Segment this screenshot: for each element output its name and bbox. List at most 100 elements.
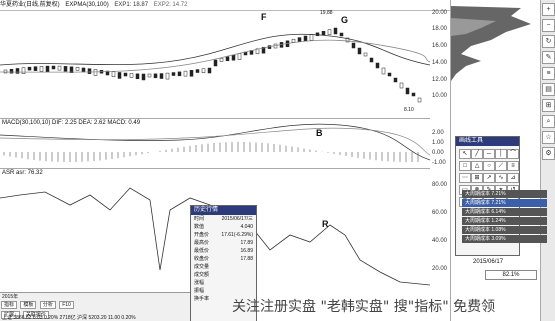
history-row: 开盘价 17.61(-6.29%) <box>191 231 256 239</box>
indicator-name: EXPMA(30,100) <box>65 2 109 8</box>
macd-tick: 0.00 <box>432 150 444 156</box>
price-tick: 10.00 <box>432 93 448 99</box>
menu-item[interactable]: 大周期成本 3.09% <box>462 235 547 243</box>
chip-distribution <box>451 6 531 81</box>
search-icon[interactable]: ⌕ <box>542 115 555 128</box>
drawing-tool-2[interactable]: ─ <box>483 149 495 159</box>
candle <box>9 68 14 74</box>
drawing-tool-11[interactable]: ⊞ <box>471 173 483 183</box>
history-row: 成交额 <box>191 271 256 279</box>
drawing-tool-7[interactable]: ○ <box>483 161 495 171</box>
candle <box>237 53 242 60</box>
history-value: 4.040 <box>240 224 253 230</box>
panel-divider-macd[interactable] <box>0 118 430 119</box>
candle <box>21 67 26 74</box>
candle <box>81 67 86 73</box>
tab-template[interactable]: 模板 <box>20 301 37 309</box>
candle <box>417 97 422 103</box>
annotation-b: B <box>316 128 323 138</box>
candle <box>153 73 158 79</box>
menu-item[interactable]: 大周期成本 7.21% <box>462 190 547 198</box>
drawing-tool-13[interactable]: ∿ <box>495 173 507 183</box>
pen-icon[interactable]: ✎ <box>542 51 555 64</box>
tab-indicator[interactable]: 指标 <box>1 301 18 309</box>
stock-name: 华夏药业(日线,前复权) <box>0 2 60 8</box>
candle <box>93 69 98 76</box>
menu-item[interactable]: 大周期成本 1.24% <box>462 217 547 225</box>
drawing-tool-4[interactable]: ⌒ <box>507 149 519 159</box>
price-tick: 20.00 <box>432 10 448 16</box>
candle <box>135 73 140 80</box>
refresh-icon[interactable]: ↻ <box>542 35 555 48</box>
cost-menu: 大周期成本 7.21% 大周期成本 7.21% 大周期成本 6.14% 大周期成… <box>462 190 547 244</box>
drawing-tool-12[interactable]: ↗ <box>483 173 495 183</box>
menu-item[interactable]: 大周期成本 6.14% <box>462 208 547 216</box>
percent-box: 82.1% <box>485 270 537 280</box>
drawing-tool-9[interactable]: ≡ <box>507 161 519 171</box>
zoom-in-icon[interactable]: + <box>542 3 555 16</box>
candle <box>303 35 308 42</box>
candle <box>315 32 320 37</box>
drawing-tool-14[interactable]: ⊿ <box>507 173 519 183</box>
candle <box>327 29 332 35</box>
history-row: 最低价 16.89 <box>191 247 256 255</box>
history-row: 振幅 <box>191 287 256 295</box>
drawing-tool-8[interactable]: ⟋ <box>495 161 507 171</box>
drawing-tool-1[interactable]: ╱ <box>471 149 483 159</box>
history-key: 开盘价 <box>194 232 210 238</box>
candlestick-group <box>3 27 422 103</box>
menu-item[interactable]: 大周期成本 7.21% <box>462 199 547 207</box>
drawing-tool-3[interactable]: │ <box>495 149 507 159</box>
history-key: 数值 <box>194 224 205 230</box>
candle <box>195 69 200 73</box>
history-key: 最低价 <box>194 248 210 254</box>
drawing-tool-6[interactable]: △ <box>471 161 483 171</box>
candle <box>207 67 212 74</box>
candle <box>117 72 122 79</box>
annotation-f: F <box>261 12 267 22</box>
candle <box>141 73 146 81</box>
history-value: 17.89 <box>240 240 253 246</box>
candle <box>369 57 374 63</box>
panel-divider-asr[interactable] <box>0 168 430 169</box>
tab-f10[interactable]: F10 <box>59 301 74 309</box>
chart-icon[interactable]: ▤ <box>542 83 555 96</box>
drawing-tool-0[interactable]: ↖ <box>459 149 471 159</box>
annotation-r: R <box>322 219 329 229</box>
macd-tick: -1.00 <box>432 160 446 166</box>
candle <box>147 73 152 78</box>
drawing-tool-10[interactable]: ⋯ <box>459 173 471 183</box>
menu-item[interactable]: 大周期成本 1.08% <box>462 226 547 234</box>
macd-tick: 1.00 <box>432 140 444 146</box>
history-row: 最高价 17.89 <box>191 239 256 247</box>
candle <box>399 82 404 89</box>
high-price-label: 19.88 <box>320 10 333 16</box>
history-key: 收盘价 <box>194 256 210 262</box>
candle <box>177 71 182 77</box>
candle <box>3 69 8 74</box>
history-row: 收盘价 17.88 <box>191 255 256 263</box>
tab-analysis[interactable]: 分析 <box>39 301 56 309</box>
zoom-out-icon[interactable]: − <box>542 19 555 32</box>
history-value: 16.89 <box>240 248 253 254</box>
list-icon[interactable]: ≡ <box>542 67 555 80</box>
price-tick: 18.00 <box>432 26 448 32</box>
history-key: 换手率 <box>194 296 210 302</box>
candle <box>375 62 380 69</box>
history-key: 成交额 <box>194 272 210 278</box>
star-icon[interactable]: ☆ <box>542 131 555 144</box>
macd-label: MACD(30,100,10) DIF: 2.25 DEA: 2.62 MACD… <box>2 120 141 126</box>
asr-tick: 40.00 <box>432 238 448 244</box>
candle <box>75 67 80 71</box>
history-key: 成交量 <box>194 264 210 270</box>
candle <box>123 72 128 77</box>
history-row: 时间 2015/06/17/三 <box>191 215 256 223</box>
drawing-tool-5[interactable]: □ <box>459 161 471 171</box>
candle <box>189 70 194 77</box>
year-label: 2015年 <box>2 294 19 300</box>
market-status: 上证 3866.82 8.03 0.20% 2718亿 沪深 5203.20 1… <box>2 315 136 321</box>
settings-icon[interactable]: ⚙ <box>542 147 555 160</box>
candle <box>333 27 338 35</box>
grid-icon[interactable]: ⊞ <box>542 99 555 112</box>
history-row: 数值 4.040 <box>191 223 256 231</box>
